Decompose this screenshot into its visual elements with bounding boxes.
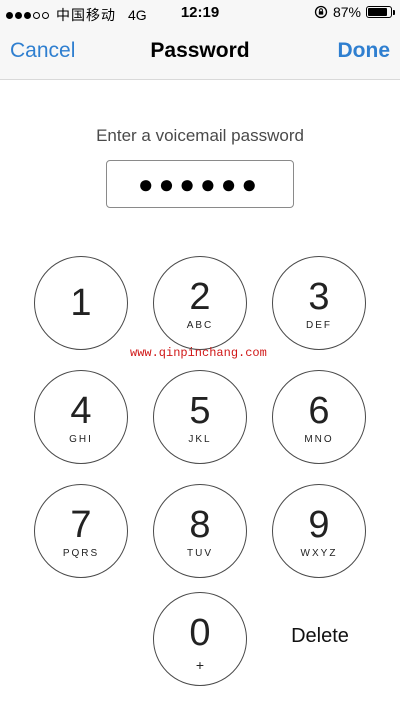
key-letters: WXYZ — [300, 548, 338, 559]
done-button[interactable]: Done — [338, 39, 391, 63]
key-digit: 1 — [70, 282, 92, 324]
key-letters: MNO — [304, 434, 334, 445]
cancel-button[interactable]: Cancel — [10, 39, 75, 63]
key-digit: 4 — [70, 390, 92, 432]
keypad-key-4[interactable]: 4 GHI — [34, 370, 128, 464]
key-letters: ABC — [186, 320, 214, 331]
key-digit: 3 — [308, 276, 330, 318]
battery-fill — [368, 8, 388, 16]
keypad-key-2[interactable]: 2 ABC — [153, 256, 247, 350]
keypad-key-9[interactable]: 9 WXYZ — [272, 484, 366, 578]
key-digit: 7 — [70, 504, 92, 546]
key-letters: GHI — [69, 434, 93, 445]
key-digit: 9 — [308, 504, 330, 546]
rotation-lock-icon — [314, 5, 328, 19]
status-right: 87% — [314, 4, 395, 20]
key-letters: TUV — [187, 548, 213, 559]
keypad-key-8[interactable]: 8 TUV — [153, 484, 247, 578]
delete-button[interactable]: Delete — [282, 625, 358, 648]
keypad-key-6[interactable]: 6 MNO — [272, 370, 366, 464]
key-digit: 2 — [189, 276, 211, 318]
voicemail-password-screen: 中国移动 4G 12:19 87% Cancel Password Done E… — [0, 0, 400, 710]
key-digit: 5 — [189, 390, 211, 432]
key-digit: 8 — [189, 504, 211, 546]
key-digit: 6 — [308, 390, 330, 432]
password-field[interactable]: ●●●●●● — [106, 160, 294, 208]
keypad-key-0[interactable]: 0 + — [153, 592, 247, 686]
key-digit: 0 — [189, 612, 211, 654]
status-bar: 中国移动 4G 12:19 87% — [0, 0, 400, 26]
key-letters: PQRS — [62, 548, 100, 559]
password-prompt: Enter a voicemail password — [96, 126, 304, 145]
keypad-key-7[interactable]: 7 PQRS — [34, 484, 128, 578]
key-letters: DEF — [306, 320, 332, 331]
navigation-bar: Cancel Password Done — [0, 26, 400, 80]
key-letters: JKL — [188, 434, 212, 445]
watermark-text: www.qinpinchang.com — [130, 346, 267, 360]
battery-percent: 87% — [332, 4, 361, 20]
keypad-key-5[interactable]: 5 JKL — [153, 370, 247, 464]
battery-icon — [366, 6, 395, 18]
key-plus: + — [195, 657, 205, 673]
keypad-key-1[interactable]: 1 — [34, 256, 128, 350]
keypad-key-3[interactable]: 3 DEF — [272, 256, 366, 350]
